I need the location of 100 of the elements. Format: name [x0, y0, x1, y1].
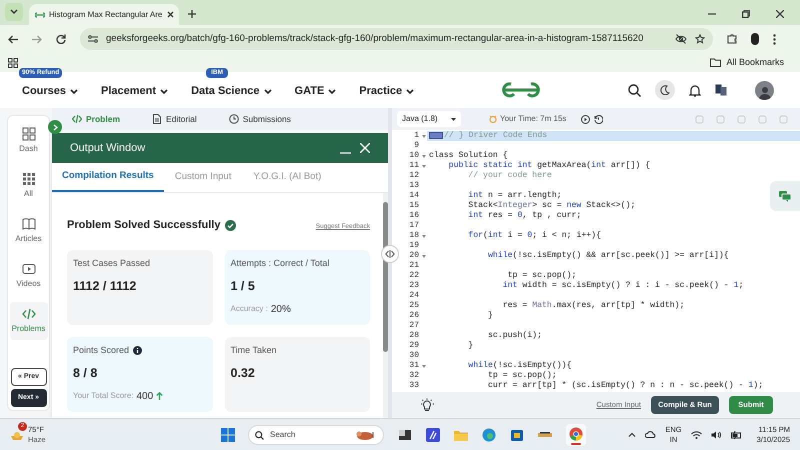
problem-tab[interactable]: Problem: [72, 112, 120, 126]
line-number: 26: [409, 312, 419, 320]
code-line: }: [467, 342, 474, 350]
taskbar-app[interactable]: [566, 424, 586, 446]
nav-menu[interactable]: Placement: [101, 82, 156, 100]
output-tab[interactable]: Compilation Results: [52, 163, 164, 192]
avatar[interactable]: [755, 80, 774, 100]
all-bookmarks-button[interactable]: All Bookmarks: [710, 56, 784, 70]
translate-icon[interactable]: [715, 84, 728, 96]
tab-list-button[interactable]: [5, 3, 23, 21]
line-number: 21: [409, 262, 419, 270]
dashboard-icon: [22, 127, 36, 141]
search-icon[interactable]: [628, 84, 642, 96]
history-icon[interactable]: [594, 114, 604, 124]
reload-icon[interactable]: [56, 34, 66, 44]
code-line: tp = sc.pop();: [486, 372, 557, 380]
code-line: }: [486, 312, 493, 320]
chevron-down-icon: [328, 88, 336, 94]
document-icon: [152, 114, 162, 124]
problem-tab[interactable]: Submissions: [228, 112, 291, 126]
sidebar-item[interactable]: Dash: [10, 122, 48, 160]
nav-menu[interactable]: Courses: [22, 82, 66, 100]
code-line: class Solution {: [429, 152, 508, 160]
note-label: Your Total Score:: [73, 390, 134, 402]
line-number: 15: [409, 202, 419, 210]
sidebar-item[interactable]: Videos: [10, 257, 48, 295]
lightbulb-icon[interactable]: [420, 398, 434, 412]
code-icon: [72, 114, 82, 124]
line-number: 17: [409, 222, 419, 230]
taskbar-search[interactable]: Search: [248, 425, 384, 445]
cloud-icon[interactable]: [645, 431, 656, 438]
fold-caret-icon[interactable]: [422, 234, 426, 238]
language-dropdown[interactable]: Java (1.8): [397, 111, 461, 127]
theme-toggle[interactable]: [655, 80, 676, 100]
browser-tab[interactable]: Histogram Max Rectangular Are: [29, 4, 179, 25]
code-line: res = Math.max(res, arr[tp] * width);: [502, 302, 685, 310]
folded-code-marker[interactable]: [429, 132, 443, 140]
volume-icon[interactable]: [710, 430, 722, 438]
task-view-icon[interactable]: [398, 428, 412, 442]
code-icon: [22, 307, 36, 321]
play-icon[interactable]: [581, 114, 590, 124]
store-icon[interactable]: [510, 428, 524, 442]
close-icon[interactable]: [776, 10, 784, 18]
nav-menu[interactable]: Data Science: [191, 82, 260, 100]
card-value: 1112 / 1112: [73, 278, 138, 295]
sidebar-item[interactable]: All: [10, 167, 48, 205]
fold-caret-icon[interactable]: [422, 364, 426, 368]
windows-icon[interactable]: [221, 428, 235, 442]
menu-icon[interactable]: [773, 34, 776, 44]
fold-caret-icon[interactable]: [422, 254, 426, 258]
browser-icon[interactable]: [482, 428, 496, 442]
back-icon[interactable]: [8, 34, 18, 44]
close-icon[interactable]: [167, 11, 174, 18]
nav-menu[interactable]: Practice: [359, 82, 402, 100]
new-tab-icon[interactable]: [187, 9, 197, 19]
note-label: Accuracy :: [230, 303, 268, 316]
tab-title: Histogram Max Rectangular Are: [49, 8, 163, 20]
sun-cloud-icon: [10, 430, 24, 440]
chat-icon: [779, 190, 791, 202]
site-settings-icon[interactable]: [88, 35, 98, 43]
bell-icon[interactable]: [689, 84, 702, 96]
line-number: 29: [409, 342, 419, 350]
card-title: Attempts : Correct / Total: [230, 256, 330, 270]
caret-icon: [451, 118, 456, 120]
eye-off-icon[interactable]: [675, 34, 687, 44]
line-number: 30: [409, 352, 419, 360]
card-title: Time Taken: [230, 344, 277, 356]
person-silhouette-icon: [758, 86, 771, 100]
chevron-right-icon: [52, 124, 58, 130]
moon-icon: [660, 85, 670, 95]
fold-caret-icon[interactable]: [422, 164, 426, 168]
wifi-icon[interactable]: [690, 430, 702, 438]
code-line: int n = arr.length;: [467, 192, 562, 200]
chevron-down-icon: [10, 9, 18, 15]
forward-icon[interactable]: [32, 34, 42, 44]
extensions-icon[interactable]: [727, 34, 737, 44]
line-number: 22: [409, 272, 419, 280]
line-number: 18: [409, 232, 419, 240]
battery-icon[interactable]: [730, 430, 742, 438]
chat-button[interactable]: [770, 181, 800, 211]
sidebar-item[interactable]: Articles: [10, 212, 48, 250]
line-number: 23: [409, 282, 419, 290]
code-line: sc.push(i);: [486, 332, 542, 340]
chevron-down-icon: [406, 88, 414, 94]
logo-icon[interactable]: [502, 82, 540, 98]
fold-caret-icon[interactable]: [422, 134, 426, 138]
address-bar[interactable]: geeksforgeeks.org/batch/gfg-160-problems/track/stack-gfg-160/problem/maximum-rectangular-area-in-a-histogram-1587115620: [80, 28, 713, 50]
app-icon[interactable]: [426, 428, 440, 442]
alarm-clock-icon: [489, 115, 497, 123]
apps-icon[interactable]: [8, 58, 18, 68]
problem-tab[interactable]: Editorial: [152, 112, 197, 126]
restore-icon[interactable]: [742, 10, 750, 18]
sidebar-item[interactable]: Problems: [10, 302, 48, 340]
scrollbar-thumb[interactable]: [383, 202, 388, 352]
profile-icon[interactable]: [751, 33, 759, 45]
star-icon[interactable]: [695, 34, 705, 44]
nav-menu[interactable]: GATE: [294, 82, 324, 100]
chevron-up-icon[interactable]: [628, 432, 636, 437]
fold-caret-icon[interactable]: [422, 154, 426, 158]
line-number: 13: [409, 182, 419, 190]
